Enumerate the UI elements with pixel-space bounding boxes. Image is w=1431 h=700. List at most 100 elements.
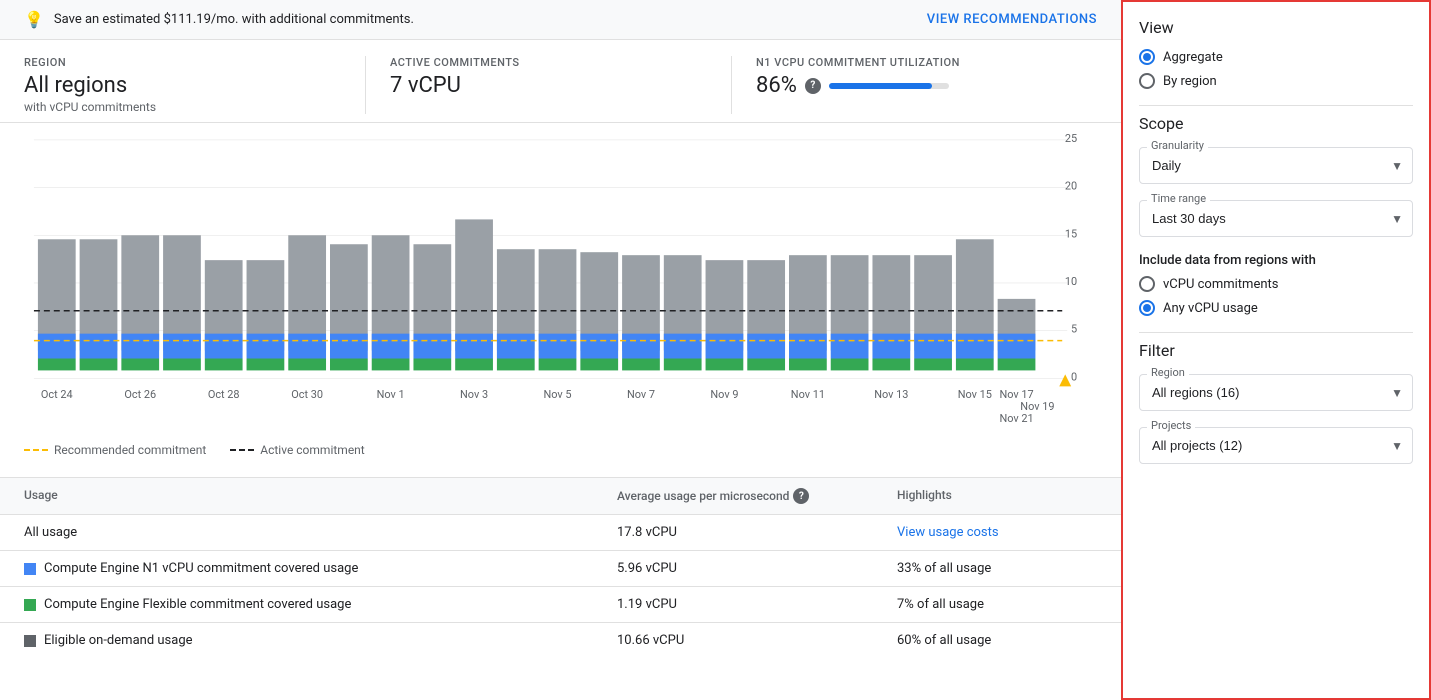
- view-recommendations-link[interactable]: VIEW RECOMMENDATIONS: [927, 12, 1097, 27]
- region-value: All regions: [24, 73, 333, 98]
- by-region-radio[interactable]: [1139, 73, 1155, 89]
- divider-1: [1139, 105, 1413, 106]
- by-region-label: By region: [1163, 74, 1217, 89]
- svg-text:Nov 1: Nov 1: [377, 388, 405, 401]
- table-row: Eligible on-demand usage 10.66 vCPU 60% …: [0, 623, 1121, 658]
- commitments-label: Active commitments: [390, 56, 699, 69]
- warning-triangle: [1059, 374, 1071, 386]
- divider-2: [1139, 332, 1413, 333]
- aggregate-radio[interactable]: [1139, 49, 1155, 65]
- region-label: Region: [24, 56, 333, 69]
- active-line-icon: [230, 449, 254, 451]
- row-2-avg: 1.19 vCPU: [617, 597, 897, 612]
- granularity-dropdown-wrap: Granularity Daily Hourly Weekly Monthly …: [1139, 147, 1413, 184]
- svg-text:20: 20: [1065, 180, 1077, 193]
- banner-text: Save an estimated $111.19/mo. with addit…: [54, 12, 414, 27]
- chart-legend: Recommended commitment Active commitment: [0, 435, 1121, 473]
- granularity-label: Granularity: [1147, 139, 1208, 152]
- svg-text:Oct 30: Oct 30: [291, 388, 323, 401]
- col-avg-header: Average usage per microsecond ?: [617, 488, 897, 504]
- chart-area: 25 20 15 10 5 0: [0, 123, 1121, 435]
- help-icon[interactable]: ?: [805, 78, 821, 94]
- commitments-value: 7 vCPU: [390, 73, 699, 98]
- blue-swatch: [24, 563, 36, 575]
- region-filter-label: Region: [1147, 366, 1189, 379]
- aggregate-option[interactable]: Aggregate: [1139, 49, 1413, 65]
- filter-title: Filter: [1139, 341, 1413, 360]
- row-2-label: Compute Engine Flexible commitment cover…: [24, 597, 617, 612]
- view-title: View: [1139, 18, 1413, 37]
- any-vcpu-usage-option[interactable]: Any vCPU usage: [1139, 300, 1413, 316]
- legend-active-label: Active commitment: [260, 443, 364, 457]
- time-range-dropdown-wrap: Time range Last 7 days Last 30 days Last…: [1139, 200, 1413, 237]
- banner-left: 💡 Save an estimated $111.19/mo. with add…: [24, 10, 414, 29]
- row-0-text: All usage: [24, 525, 77, 540]
- main-content: 💡 Save an estimated $111.19/mo. with add…: [0, 0, 1121, 700]
- svg-text:Nov 3: Nov 3: [460, 388, 488, 401]
- row-2-highlight: 7% of all usage: [897, 597, 1097, 612]
- row-3-avg: 10.66 vCPU: [617, 633, 897, 648]
- row-0-highlight: View usage costs: [897, 525, 1097, 540]
- svg-text:Nov 13: Nov 13: [874, 388, 908, 401]
- legend-active: Active commitment: [230, 443, 364, 457]
- utilization-stat: N1 vCPU commitment utilization 86% ?: [731, 56, 1097, 114]
- table-header: Usage Average usage per microsecond ? Hi…: [0, 478, 1121, 515]
- by-region-option[interactable]: By region: [1139, 73, 1413, 89]
- scope-title: Scope: [1139, 114, 1413, 133]
- projects-filter-label: Projects: [1147, 419, 1195, 432]
- commitments-stat: Active commitments 7 vCPU: [365, 56, 731, 114]
- recommended-line-icon: [24, 449, 48, 451]
- bar-chart: 25 20 15 10 5 0: [24, 131, 1097, 431]
- row-3-label: Eligible on-demand usage: [24, 633, 617, 648]
- stats-row: Region All regions with vCPU commitments…: [0, 40, 1121, 123]
- region-filter-wrap: Region All regions (16) ▼: [1139, 374, 1413, 411]
- row-3-highlight: 60% of all usage: [897, 633, 1097, 648]
- region-filter-select[interactable]: All regions (16): [1139, 374, 1413, 411]
- green-swatch: [24, 599, 36, 611]
- col-highlights-header: Highlights: [897, 488, 1097, 504]
- svg-text:0: 0: [1071, 370, 1077, 383]
- util-bar-wrap: 86% ?: [756, 73, 1065, 98]
- svg-text:Oct 28: Oct 28: [208, 388, 240, 401]
- avg-help-icon[interactable]: ?: [793, 488, 809, 504]
- vcpu-commitments-option[interactable]: vCPU commitments: [1139, 276, 1413, 292]
- col-usage-header: Usage: [24, 488, 617, 504]
- util-bar-fill: [829, 83, 932, 89]
- aggregate-label: Aggregate: [1163, 50, 1223, 65]
- svg-text:10: 10: [1065, 275, 1077, 288]
- svg-text:Oct 26: Oct 26: [124, 388, 156, 401]
- row-1-text: Compute Engine N1 vCPU commitment covere…: [44, 561, 358, 576]
- projects-filter-select[interactable]: All projects (12): [1139, 427, 1413, 464]
- any-vcpu-radio[interactable]: [1139, 300, 1155, 316]
- util-pct: 86%: [756, 73, 797, 98]
- svg-text:Nov 7: Nov 7: [627, 388, 655, 401]
- savings-banner: 💡 Save an estimated $111.19/mo. with add…: [0, 0, 1121, 40]
- row-1-avg: 5.96 vCPU: [617, 561, 897, 576]
- sidebar-panel: View Aggregate By region Scope Granulari…: [1121, 0, 1431, 700]
- table-row: Compute Engine Flexible commitment cover…: [0, 587, 1121, 623]
- row-1-highlight: 33% of all usage: [897, 561, 1097, 576]
- svg-text:15: 15: [1065, 227, 1077, 240]
- vcpu-commitments-label: vCPU commitments: [1163, 277, 1278, 292]
- svg-text:25: 25: [1065, 132, 1077, 145]
- view-usage-costs-link[interactable]: View usage costs: [897, 525, 999, 540]
- svg-text:Oct 24: Oct 24: [41, 388, 73, 401]
- util-bar-container: [829, 83, 949, 89]
- table-row: All usage 17.8 vCPU View usage costs: [0, 515, 1121, 551]
- svg-text:5: 5: [1071, 323, 1077, 336]
- svg-text:Nov 5: Nov 5: [543, 388, 571, 401]
- granularity-select[interactable]: Daily Hourly Weekly Monthly: [1139, 147, 1413, 184]
- gray-swatch: [24, 635, 36, 647]
- include-radio-group: vCPU commitments Any vCPU usage: [1139, 276, 1413, 316]
- legend-recommended-label: Recommended commitment: [54, 443, 206, 457]
- time-range-select[interactable]: Last 7 days Last 30 days Last 90 days: [1139, 200, 1413, 237]
- row-0-label: All usage: [24, 525, 617, 540]
- lightbulb-icon: 💡: [24, 10, 44, 29]
- bar-blue-0: [38, 334, 76, 359]
- row-0-avg: 17.8 vCPU: [617, 525, 897, 540]
- time-range-label: Time range: [1147, 192, 1210, 205]
- vcpu-commitments-radio[interactable]: [1139, 276, 1155, 292]
- row-1-label: Compute Engine N1 vCPU commitment covere…: [24, 561, 617, 576]
- legend-recommended: Recommended commitment: [24, 443, 206, 457]
- projects-filter-wrap: Projects All projects (12) ▼: [1139, 427, 1413, 464]
